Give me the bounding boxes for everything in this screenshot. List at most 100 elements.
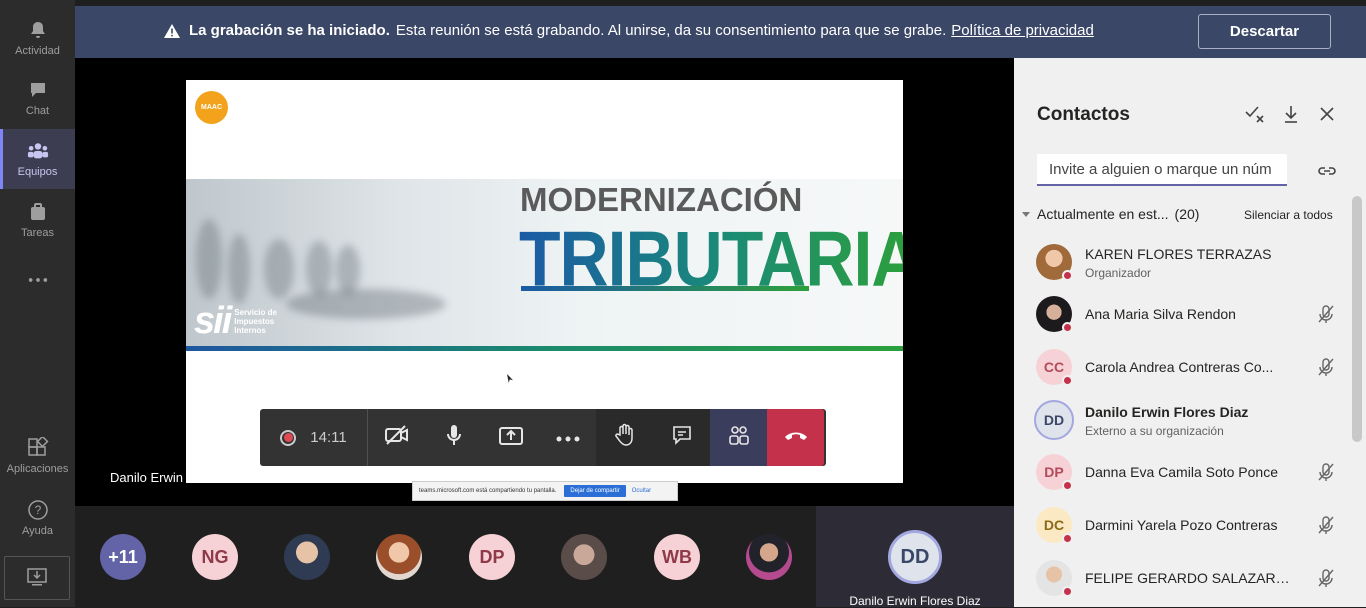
slide-title-underline <box>521 286 809 291</box>
call-timer: 14:11 <box>310 429 347 446</box>
panel-title: Contactos <box>1037 104 1130 125</box>
contact-name: Darmini Yarela Pozo Contreras <box>1085 517 1278 533</box>
contacts-panel: Contactos Actualmente en est... (20) Sil… <box>1014 58 1366 607</box>
close-icon[interactable] <box>1316 103 1338 125</box>
microphone-muted-icon[interactable] <box>1316 357 1336 377</box>
banner-message: Esta reunión se está grabando. Al unirse… <box>395 22 947 39</box>
avatar: DC <box>1036 507 1073 544</box>
avatar <box>1036 296 1073 333</box>
participants-button[interactable] <box>710 409 767 466</box>
list-item[interactable]: Ana Maria Silva Rendon <box>1036 294 1346 338</box>
dismiss-button[interactable]: Descartar <box>1198 14 1331 49</box>
contact-name: Carola Andrea Contreras Co... <box>1085 359 1274 375</box>
self-video-tile[interactable]: DD Danilo Erwin Flores Diaz <box>816 506 1014 608</box>
rail-label: Equipos <box>17 166 58 178</box>
stop-sharing-button[interactable]: Dejar de compartir <box>564 485 626 497</box>
slide-logo: MAAC <box>195 91 228 124</box>
svg-text:?: ? <box>34 503 41 517</box>
chevron-down-icon <box>1022 211 1030 217</box>
rail-item-activity[interactable]: Actividad <box>0 8 75 68</box>
contact-name: Danilo Erwin Flores Diaz <box>1085 404 1249 420</box>
screen-share-toast: teams.microsoft.com está compartiendo tu… <box>412 481 678 501</box>
rail-item-apps[interactable]: Aplicaciones <box>0 426 75 486</box>
raise-hand-button[interactable] <box>596 409 653 466</box>
microphone-muted-icon[interactable] <box>1316 462 1336 482</box>
presence-busy-icon <box>1062 533 1073 544</box>
download-icon <box>26 566 48 591</box>
list-item[interactable]: FELIPE GERARDO SALAZAR ... <box>1036 558 1346 602</box>
participant-avatar[interactable] <box>284 534 330 580</box>
contact-name: Ana Maria Silva Rendon <box>1085 306 1236 322</box>
hide-toast-link[interactable]: Ocultar <box>632 488 651 494</box>
participant-avatar[interactable] <box>561 534 607 580</box>
sii-logo: sii Servicio de Impuestos Internos <box>194 300 277 342</box>
contact-role: Organizador <box>1085 266 1152 280</box>
meeting-stage: MAAC MODERNIZACIÓN TRIBUTARIA sii Servic… <box>75 58 1014 506</box>
list-item[interactable]: KAREN FLORES TERRAZAS Organizador <box>1036 242 1346 286</box>
contact-name: KAREN FLORES TERRAZAS <box>1085 246 1272 262</box>
call-controls: 14:11 <box>260 409 826 466</box>
contact-role: Externo a su organización <box>1085 424 1224 438</box>
recording-banner: La grabación se ha iniciado. Esta reunió… <box>75 6 1366 58</box>
section-count: (20) <box>1174 206 1200 222</box>
presence-busy-icon <box>1062 270 1073 281</box>
bell-icon <box>27 19 49 41</box>
microphone-muted-icon[interactable] <box>1316 304 1336 324</box>
privacy-policy-link[interactable]: Política de privacidad <box>951 22 1094 39</box>
presence-busy-icon <box>1062 480 1073 491</box>
microphone-icon <box>445 423 463 452</box>
rail-item-teams[interactable]: Equipos <box>0 129 75 189</box>
presence-busy-icon <box>1062 586 1073 597</box>
rail-label: Actividad <box>15 45 60 57</box>
phone-hangup-icon <box>783 429 809 447</box>
list-item[interactable]: DD Danilo Erwin Flores Diaz Externo a su… <box>1034 400 1346 444</box>
share-tray-icon <box>498 424 524 451</box>
rail-item-more[interactable] <box>0 252 75 312</box>
chat-button[interactable] <box>653 409 710 466</box>
avatar: CC <box>1036 349 1073 386</box>
rail-item-help[interactable]: ? Ayuda <box>0 488 75 548</box>
list-item[interactable]: DP Danna Eva Camila Soto Ponce <box>1036 452 1346 496</box>
mute-all-button[interactable]: Silenciar a todos <box>1244 208 1333 222</box>
download-icon[interactable] <box>1280 103 1302 125</box>
participant-avatar[interactable] <box>376 534 422 580</box>
rail-item-tasks[interactable]: Tareas <box>0 190 75 250</box>
more-icon <box>556 429 580 447</box>
recording-indicator[interactable]: 14:11 <box>260 409 368 466</box>
more-actions-button[interactable] <box>539 409 596 466</box>
participant-avatar[interactable]: NG <box>192 534 238 580</box>
contact-name: Danna Eva Camila Soto Ponce <box>1085 464 1278 480</box>
section-label: Actualmente en est... <box>1037 206 1169 222</box>
camera-off-icon <box>384 424 410 451</box>
list-item[interactable]: DC Darmini Yarela Pozo Contreras <box>1036 505 1346 549</box>
avatar: DD <box>1034 400 1074 440</box>
chat-icon <box>671 424 693 451</box>
participant-strip: +11 NG DP WB DD Danilo Erwin Flores Diaz <box>75 506 1014 608</box>
record-icon <box>280 429 297 446</box>
teams-icon <box>27 140 49 162</box>
more-participants-button[interactable]: +11 <box>100 534 146 580</box>
microphone-muted-icon[interactable] <box>1316 515 1336 535</box>
list-item[interactable]: CC Carola Andrea Contreras Co... <box>1036 347 1346 391</box>
download-app-button[interactable] <box>4 556 70 600</box>
participant-avatar[interactable] <box>746 534 792 580</box>
rail-label: Chat <box>25 105 50 117</box>
participants-icon <box>727 424 751 451</box>
scrollbar[interactable] <box>1352 196 1362 442</box>
share-screen-button[interactable] <box>482 409 539 466</box>
microphone-muted-icon[interactable] <box>1316 568 1336 588</box>
app-rail: Actividad Chat Equipos Tareas Aplicacion… <box>0 0 75 607</box>
rail-item-chat[interactable]: Chat <box>0 68 75 128</box>
share-link-icon[interactable] <box>1316 160 1338 182</box>
rail-label: Ayuda <box>22 525 53 537</box>
participant-avatar[interactable]: DP <box>469 534 515 580</box>
camera-toggle-button[interactable] <box>368 409 425 466</box>
hand-icon <box>614 423 636 452</box>
microphone-button[interactable] <box>425 409 482 466</box>
hang-up-button[interactable] <box>767 409 824 466</box>
share-toast-text: teams.microsoft.com está compartiendo tu… <box>419 488 557 494</box>
participant-avatar[interactable]: WB <box>654 534 700 580</box>
avatar: DD <box>888 530 942 584</box>
check-close-icon[interactable] <box>1244 103 1266 125</box>
invite-input[interactable] <box>1037 154 1287 186</box>
